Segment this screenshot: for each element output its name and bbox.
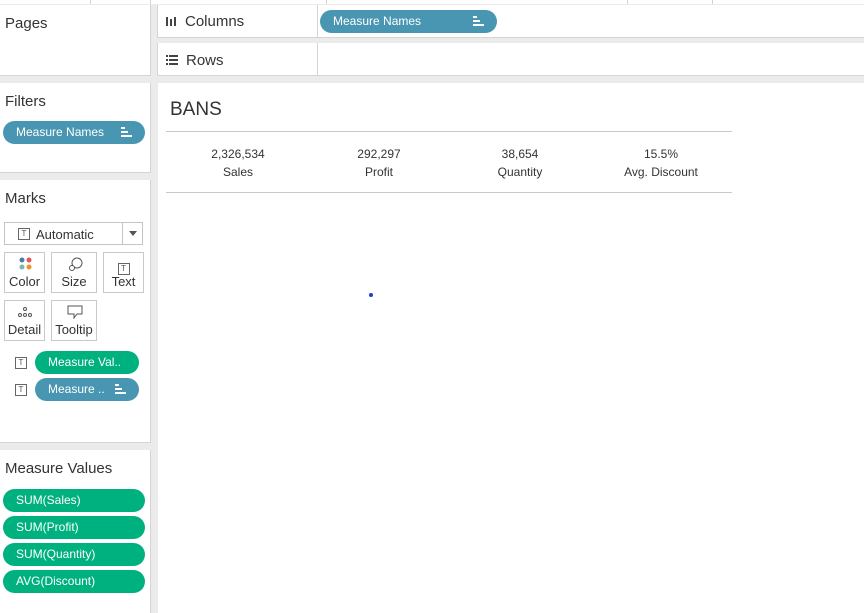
filters-pill-measure-names[interactable]: Measure Names xyxy=(3,121,145,144)
kpi-label: Sales xyxy=(222,165,254,179)
tooltip-button[interactable]: Tooltip xyxy=(51,300,97,341)
cursor-dot xyxy=(369,293,373,297)
strip-divider xyxy=(712,0,713,4)
measure-values-title: Measure Values xyxy=(5,460,113,477)
rows-icon xyxy=(166,55,178,65)
columns-icon xyxy=(166,17,176,26)
size-button[interactable]: Size xyxy=(51,252,97,293)
kpi-label: Profit xyxy=(364,165,393,179)
top-strip xyxy=(0,0,864,4)
measure-pill-sales[interactable]: SUM(Sales) xyxy=(3,489,145,512)
pill-label: AVG(Discount) xyxy=(16,574,96,588)
sort-icon xyxy=(115,384,126,395)
kpi-label: Avg. Discount xyxy=(624,165,698,179)
strip-divider xyxy=(90,0,91,4)
text-mark-icon: T xyxy=(18,228,30,240)
text-button[interactable]: T Text xyxy=(103,252,144,293)
mark-type-label: Automatic xyxy=(36,227,94,242)
detail-icon xyxy=(18,307,32,317)
detail-button[interactable]: Detail xyxy=(4,300,45,341)
pill-label: Measure Names xyxy=(16,125,105,139)
shelf-divider xyxy=(317,43,318,76)
kpi-quantity[interactable]: 38,654 Quantity xyxy=(449,147,591,179)
rows-label: Rows xyxy=(186,52,224,69)
sort-icon xyxy=(121,127,132,138)
tooltip-icon xyxy=(67,305,83,319)
sort-icon xyxy=(473,16,484,27)
measure-values-card[interactable]: Measure Values SUM(Sales) SUM(Profit) SU… xyxy=(0,450,151,613)
text-encoding-icon: T xyxy=(15,357,27,369)
detail-label: Detail xyxy=(7,322,42,337)
kpi-value: 15.5% xyxy=(643,147,679,161)
pill-label: SUM(Sales) xyxy=(16,493,81,507)
pill-label: SUM(Quantity) xyxy=(16,547,96,561)
kpi-bottom-border xyxy=(166,192,732,193)
chevron-down-icon xyxy=(129,231,137,236)
worksheet-view[interactable]: BANS 2,326,534 Sales 292,297 Profit 38,6… xyxy=(158,83,864,613)
marks-title: Marks xyxy=(5,190,46,207)
strip-divider xyxy=(326,0,327,4)
kpi-label: Quantity xyxy=(497,165,543,179)
kpi-value: 38,654 xyxy=(501,147,539,161)
kpi-sales[interactable]: 2,326,534 Sales xyxy=(167,147,309,179)
measure-pill-quantity[interactable]: SUM(Quantity) xyxy=(3,543,145,566)
rows-shelf[interactable]: Rows xyxy=(157,43,864,76)
columns-shelf[interactable]: Columns Measure Names xyxy=(157,5,864,38)
marks-pill-measure-values[interactable]: Measure Val.. xyxy=(35,351,139,374)
size-icon xyxy=(69,257,83,271)
color-label: Color xyxy=(8,274,41,289)
marks-pill-measure-names[interactable]: Measure .. xyxy=(35,378,139,401)
kpi-avg-discount[interactable]: 15.5% Avg. Discount xyxy=(590,147,732,179)
kpi-value: 2,326,534 xyxy=(211,147,265,161)
tooltip-label: Tooltip xyxy=(55,322,93,337)
pages-card[interactable]: Pages xyxy=(0,5,151,76)
kpi-value: 292,297 xyxy=(357,147,401,161)
kpi-profit[interactable]: 292,297 Profit xyxy=(308,147,450,179)
pill-label: Measure Names xyxy=(333,14,422,28)
size-label: Size xyxy=(61,274,87,289)
shelf-divider xyxy=(317,5,318,38)
kpi-top-border xyxy=(166,131,732,132)
pill-label: Measure Val.. xyxy=(48,355,122,369)
strip-divider xyxy=(627,0,628,4)
filters-card[interactable]: Filters Measure Names xyxy=(0,83,151,173)
pill-label: Measure .. xyxy=(48,382,105,396)
text-encoding-icon: T xyxy=(15,384,27,396)
measure-pill-profit[interactable]: SUM(Profit) xyxy=(3,516,145,539)
measure-pill-discount[interactable]: AVG(Discount) xyxy=(3,570,145,593)
pages-title: Pages xyxy=(5,15,48,32)
mark-type-dropdown[interactable]: T Automatic xyxy=(4,222,143,245)
worksheet-title: BANS xyxy=(170,99,222,120)
text-label: Text xyxy=(111,274,136,289)
dropdown-divider xyxy=(122,223,123,244)
color-button[interactable]: Color xyxy=(4,252,45,293)
columns-label: Columns xyxy=(185,13,245,30)
strip-divider xyxy=(150,0,151,4)
pill-label: SUM(Profit) xyxy=(16,520,79,534)
color-icon xyxy=(19,257,32,270)
columns-pill-measure-names[interactable]: Measure Names xyxy=(320,10,497,33)
filters-title: Filters xyxy=(5,93,46,110)
